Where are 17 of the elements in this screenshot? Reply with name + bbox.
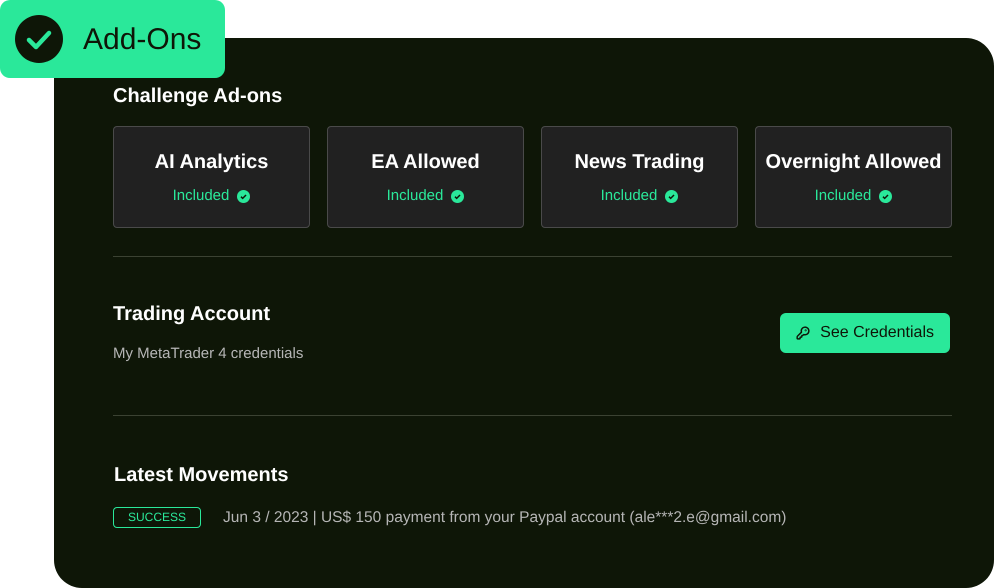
- addon-status: Included: [600, 186, 658, 206]
- badge-label: Add-Ons: [83, 22, 202, 58]
- addon-name: AI Analytics: [154, 150, 268, 175]
- addon-status: Included: [172, 186, 230, 206]
- addon-name: EA Allowed: [371, 150, 480, 175]
- addon-name: News Trading: [574, 150, 705, 175]
- section-title: Latest Movements: [114, 462, 290, 488]
- addon-status: Included: [814, 186, 872, 206]
- addon-status: Included: [386, 186, 444, 206]
- addon-name: Overnight Allowed: [766, 150, 942, 175]
- section-title: Trading Account: [113, 302, 272, 327]
- key-icon: [796, 326, 810, 340]
- status-tag: SUCCESS: [113, 506, 202, 528]
- see-credentials-button[interactable]: See Credentials: [780, 313, 950, 354]
- section-title: Challenge Ad-ons: [113, 84, 284, 109]
- section-subtitle: My MetaTrader 4 credentials: [113, 344, 304, 364]
- movement-text: Jun 3 / 2023 | US$ 150 payment from your Paypal account (ale***2.e@gmail.com): [223, 508, 786, 528]
